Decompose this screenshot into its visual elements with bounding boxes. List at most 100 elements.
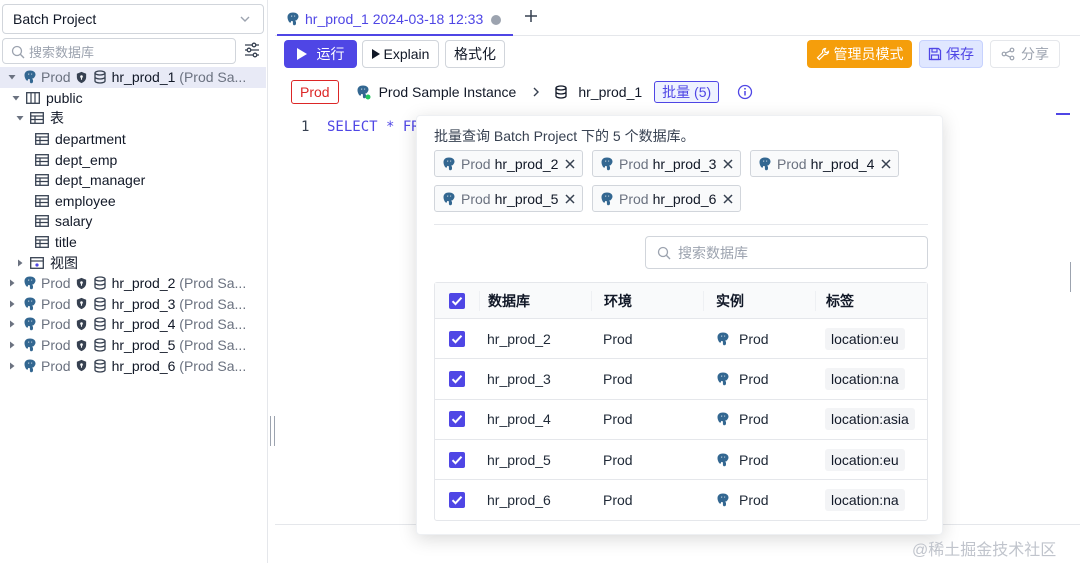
table-row[interactable]: hr_prod_2 Prod Prod location:eu xyxy=(435,319,927,360)
postgres-icon xyxy=(355,84,371,100)
table-icon xyxy=(35,174,49,186)
instance-crumb[interactable]: Prod Sample Instance xyxy=(355,84,516,100)
sidebar: Batch Project 搜索数据库 Prod hr_prod_1 (Prod… xyxy=(0,0,268,563)
caret-right-icon[interactable] xyxy=(14,257,26,269)
caret-down-icon[interactable] xyxy=(10,92,22,104)
table-row[interactable]: hr_prod_5 Prod Prod location:eu xyxy=(435,440,927,481)
caret-down-icon[interactable] xyxy=(6,71,18,83)
batch-query-button[interactable]: 批量 (5) xyxy=(654,81,720,103)
cell-database: hr_prod_3 xyxy=(487,370,551,387)
tree-table[interactable]: dept_manager xyxy=(0,170,266,191)
tree-schema-public[interactable]: public xyxy=(0,88,266,109)
tree-database-hr-prod-1[interactable]: Prod hr_prod_1 (Prod Sa... xyxy=(0,67,266,88)
close-icon[interactable] xyxy=(564,193,576,205)
shield-icon xyxy=(75,71,88,84)
format-button[interactable]: 格式化 xyxy=(445,40,505,68)
info-icon[interactable] xyxy=(737,84,753,100)
caret-right-icon[interactable] xyxy=(6,318,18,330)
postgres-icon xyxy=(599,191,615,207)
table-row[interactable]: hr_prod_3 Prod Prod location:na xyxy=(435,359,927,400)
project-select[interactable]: Batch Project xyxy=(2,4,264,34)
tree-tables-group[interactable]: 表 xyxy=(0,108,266,129)
popover-search-input[interactable]: 搜索数据库 xyxy=(645,236,928,269)
sql-code[interactable]: SELECT * FR xyxy=(327,119,420,135)
chip-name: hr_prod_4 xyxy=(810,155,875,172)
vertical-resize-handle[interactable] xyxy=(1070,262,1074,292)
tab-title: hr_prod_1 2024-03-18 12:33 xyxy=(305,11,484,27)
row-checkbox[interactable] xyxy=(449,370,465,387)
shield-icon xyxy=(75,339,88,352)
row-checkbox[interactable] xyxy=(449,492,465,509)
table-name: department xyxy=(55,131,126,148)
caret-right-icon[interactable] xyxy=(6,360,18,372)
cell-env: Prod xyxy=(603,451,633,468)
close-icon[interactable] xyxy=(722,158,734,170)
tab-bar: hr_prod_1 2024-03-18 12:33 xyxy=(275,0,1080,36)
tree-database-hr-prod-4[interactable]: Prod hr_prod_4 (Prod Sa... xyxy=(0,314,266,335)
run-button[interactable]: 运行 xyxy=(284,40,357,68)
instance-name: (Prod Sa... xyxy=(179,275,247,292)
chip-env: Prod xyxy=(619,190,649,207)
tree-views-group[interactable]: 视图 xyxy=(0,252,266,273)
database-crumb[interactable]: hr_prod_1 xyxy=(554,84,642,100)
tree-database-hr-prod-5[interactable]: Prod hr_prod_5 (Prod Sa... xyxy=(0,335,266,356)
table-name: dept_emp xyxy=(55,151,118,168)
tree-database-hr-prod-3[interactable]: Prod hr_prod_3 (Prod Sa... xyxy=(0,294,266,315)
admin-mode-label: 管理员模式 xyxy=(833,46,904,62)
explain-button[interactable]: Explain xyxy=(362,40,439,68)
cell-label: location:asia xyxy=(825,408,915,431)
postgres-icon xyxy=(599,156,615,172)
table-row[interactable]: hr_prod_6 Prod Prod location:na xyxy=(435,480,927,520)
editor-scroll-marker xyxy=(1056,113,1070,115)
tree-table[interactable]: title xyxy=(0,232,266,253)
column-header: 数据库 xyxy=(479,290,591,311)
batch-query-popover: 批量查询 Batch Project 下的 5 个数据库。 Prod hr_pr… xyxy=(416,115,943,535)
row-checkbox[interactable] xyxy=(449,451,465,468)
caret-down-icon[interactable] xyxy=(14,112,26,124)
add-tab-icon[interactable] xyxy=(523,8,539,24)
tab-hr-prod-1[interactable]: hr_prod_1 2024-03-18 12:33 xyxy=(277,4,513,36)
filter-icon[interactable] xyxy=(242,40,262,60)
chip-name: hr_prod_5 xyxy=(494,190,559,207)
table-name: employee xyxy=(55,192,116,209)
table-icon xyxy=(30,112,44,124)
admin-mode-button[interactable]: 管理员模式 xyxy=(807,40,912,68)
database-tree: Prod hr_prod_1 (Prod Sa... public 表 depa… xyxy=(0,67,266,376)
tree-table[interactable]: dept_emp xyxy=(0,149,266,170)
save-button[interactable]: 保存 xyxy=(919,40,983,68)
close-icon[interactable] xyxy=(880,158,892,170)
schema-icon xyxy=(26,91,40,104)
tree-table[interactable]: salary xyxy=(0,211,266,232)
chip-name: hr_prod_6 xyxy=(652,190,717,207)
caret-right-icon[interactable] xyxy=(6,277,18,289)
select-all-checkbox[interactable] xyxy=(449,292,465,309)
table-name: dept_manager xyxy=(55,172,146,189)
chip-name: hr_prod_2 xyxy=(494,155,559,172)
close-icon[interactable] xyxy=(722,193,734,205)
postgres-icon xyxy=(715,331,731,347)
tree-database-hr-prod-2[interactable]: Prod hr_prod_2 (Prod Sa... xyxy=(0,273,266,294)
caret-right-icon[interactable] xyxy=(6,298,18,310)
cell-env: Prod xyxy=(603,492,633,509)
close-icon[interactable] xyxy=(564,158,576,170)
postgres-icon xyxy=(22,296,38,312)
postgres-icon xyxy=(715,492,731,508)
caret-right-icon[interactable] xyxy=(6,339,18,351)
chevron-down-icon xyxy=(240,16,250,22)
postgres-icon xyxy=(441,156,457,172)
database-search-input[interactable]: 搜索数据库 xyxy=(2,38,236,64)
database-icon xyxy=(93,359,107,373)
tree-table[interactable]: department xyxy=(0,129,266,150)
chip-name: hr_prod_3 xyxy=(652,155,717,172)
database-icon xyxy=(93,338,107,352)
cell-label: location:eu xyxy=(825,327,905,350)
tree-database-hr-prod-6[interactable]: Prod hr_prod_6 (Prod Sa... xyxy=(0,355,266,376)
share-button[interactable]: 分享 xyxy=(990,40,1060,68)
tab-close-icon[interactable] xyxy=(489,13,503,27)
row-checkbox[interactable] xyxy=(449,330,465,347)
save-label: 保存 xyxy=(946,46,974,62)
table-row[interactable]: hr_prod_4 Prod Prod location:asia xyxy=(435,400,927,440)
row-checkbox[interactable] xyxy=(449,411,465,428)
cell-label: location:na xyxy=(825,489,905,512)
tree-table[interactable]: employee xyxy=(0,191,266,212)
